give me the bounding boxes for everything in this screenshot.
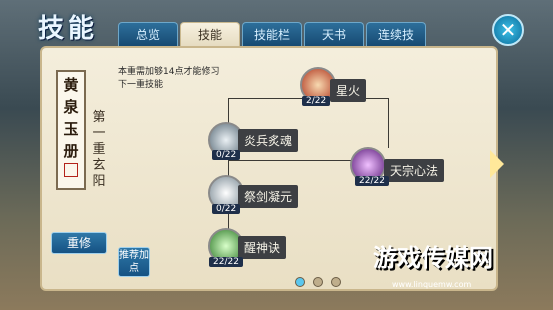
tab-skill-bar[interactable]: 技能栏	[242, 22, 302, 46]
page-dot-3[interactable]	[331, 277, 341, 287]
tree-line-right-v	[388, 98, 389, 148]
page-dot-2[interactable]	[313, 277, 323, 287]
skill-level-xingshenjue: 22/22	[209, 257, 243, 267]
reset-button[interactable]: 重修	[51, 232, 107, 254]
skill-name-xingshenjue: 醒神诀	[238, 236, 287, 259]
requirement-note: 本重需加够14点才能修习下一重技能	[118, 67, 220, 90]
skill-name-jijianningyuan: 祭剑凝元	[238, 185, 299, 208]
skill-level-tianzongxinfa: 22/22	[355, 176, 389, 186]
scroll-calligraphy: 黄泉玉册	[63, 76, 79, 160]
skill-level-jijianningyuan: 0/22	[212, 204, 241, 214]
tab-combo[interactable]: 连续技	[366, 22, 426, 46]
seal-stamp	[64, 163, 78, 177]
tab-bar: 总览 技能 技能栏 天书 连续技	[118, 22, 426, 46]
watermark-logo: 游戏传媒网	[373, 243, 493, 272]
close-icon[interactable]: ✕	[492, 14, 524, 46]
next-page-arrow-icon[interactable]	[490, 150, 504, 178]
tab-overview[interactable]: 总览	[118, 22, 178, 46]
skill-level-xinghuo: 2/22	[302, 96, 331, 106]
tab-skills[interactable]: 技能	[180, 22, 240, 46]
tree-line-mid-h	[228, 160, 358, 161]
skill-name-xinghuo: 星火	[330, 79, 367, 102]
skill-name-yanbingzhihun: 炎兵炙魂	[238, 129, 299, 152]
tree-line-left-v	[228, 98, 229, 238]
realm-label: 第一重玄阳	[92, 110, 106, 189]
skill-name-tianzongxinfa: 天宗心法	[384, 159, 445, 182]
page-dot-1[interactable]	[295, 277, 305, 287]
recommend-points-button[interactable]: 推荐加点	[118, 247, 150, 277]
watermark-url: www.linquemw.com	[392, 280, 472, 289]
skill-level-yanbingzhihun: 0/22	[212, 150, 241, 160]
tab-tianshu[interactable]: 天书	[304, 22, 364, 46]
window-title: 技能	[38, 14, 99, 44]
